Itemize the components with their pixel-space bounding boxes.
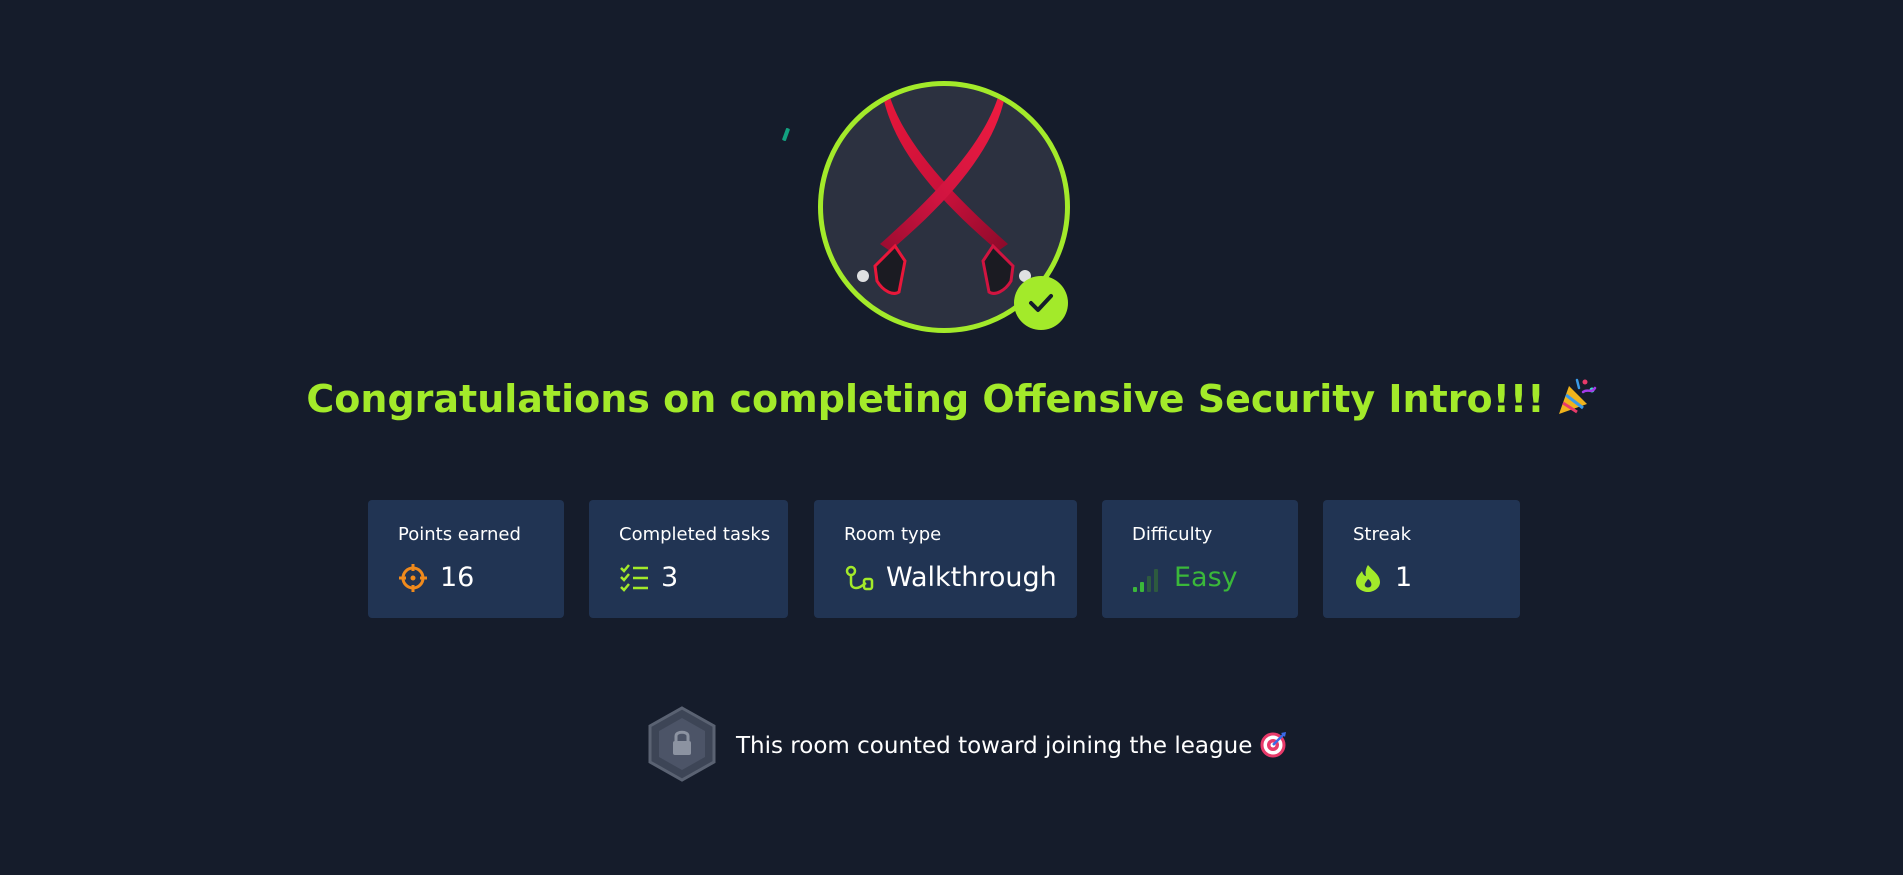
room-badge (818, 81, 1070, 333)
stat-label: Room type (844, 524, 942, 545)
check-icon (1014, 276, 1068, 330)
stat-value: 3 (661, 562, 679, 593)
stat-value: 16 (440, 562, 475, 593)
page-title: Congratulations on completing Offensive … (0, 376, 1903, 427)
checklist-icon (619, 563, 649, 593)
stat-label: Streak (1353, 524, 1412, 545)
stat-label: Completed tasks (619, 524, 771, 545)
stat-card-streak: Streak 1 (1323, 500, 1520, 618)
crosshair-icon (398, 563, 428, 593)
stat-card-tasks: Completed tasks 3 (589, 500, 788, 618)
stat-card-points: Points earned 16 (368, 500, 564, 618)
stat-card-difficulty: Difficulty Easy (1102, 500, 1298, 618)
league-notice: This room counted toward joining the lea… (648, 706, 1288, 786)
stat-label: Difficulty (1132, 524, 1213, 545)
stat-value: 1 (1395, 562, 1413, 593)
dart-icon (1260, 730, 1288, 762)
stat-label: Points earned (398, 524, 521, 545)
league-text: This room counted toward joining the lea… (736, 733, 1253, 759)
stat-card-room-type: Room type Walkthrough (814, 500, 1077, 618)
stat-value: Walkthrough (886, 562, 1057, 593)
route-icon (844, 563, 874, 593)
confetti-piece (781, 127, 791, 142)
flame-icon (1353, 563, 1383, 593)
stat-value: Easy (1174, 562, 1238, 593)
title-text: Congratulations on completing Offensive … (306, 377, 1545, 421)
locked-hexagon-icon (648, 706, 716, 786)
room-completion-page: Congratulations on completing Offensive … (0, 0, 1903, 875)
party-popper-icon (1555, 376, 1597, 427)
signal-bars-icon (1132, 563, 1162, 593)
